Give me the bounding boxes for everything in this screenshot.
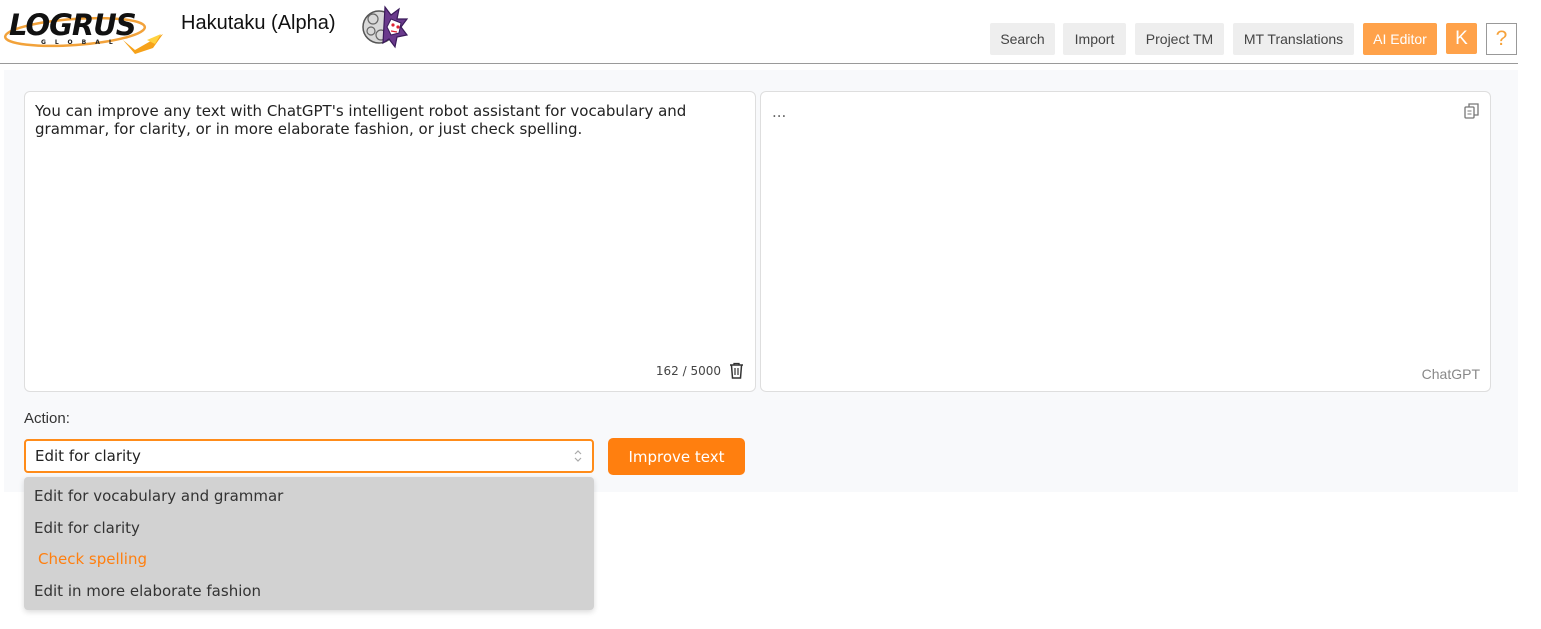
action-dropdown-menu: Edit for vocabulary and grammar Edit for…	[24, 477, 594, 610]
output-text-panel: ... ChatGPT	[760, 91, 1491, 392]
action-label: Action:	[24, 410, 70, 427]
trash-icon[interactable]	[729, 362, 744, 379]
output-text: ...	[772, 103, 787, 121]
nav-import-button[interactable]: Import	[1063, 23, 1126, 55]
dropdown-option[interactable]: Edit in more elaborate fashion	[34, 582, 261, 600]
action-select-value: Edit for clarity	[35, 447, 141, 465]
improve-text-button[interactable]: Improve text	[608, 438, 745, 475]
app-title: Hakutaku (Alpha)	[181, 12, 336, 34]
nav-search-button[interactable]: Search	[990, 23, 1055, 55]
action-select[interactable]: Edit for clarity	[24, 439, 594, 473]
select-arrows-icon	[574, 449, 582, 463]
hakutaku-mascot-icon	[361, 1, 411, 51]
source-text-panel[interactable]: You can improve any text with ChatGPT's …	[24, 91, 756, 392]
logo-subtext: GLOBAL	[41, 39, 122, 46]
dropdown-option[interactable]: Edit for vocabulary and grammar	[34, 487, 283, 505]
logo-wordmark: LOGRUS	[9, 8, 137, 42]
char-counter: 162 / 5000	[655, 364, 721, 378]
user-avatar[interactable]: K	[1446, 23, 1477, 54]
help-button[interactable]: ?	[1486, 23, 1517, 55]
dropdown-option-hovered[interactable]: Check spelling	[38, 550, 147, 568]
nav-mt-translations-button[interactable]: MT Translations	[1233, 23, 1354, 55]
copy-icon[interactable]	[1464, 103, 1479, 119]
app-header: LOGRUS GLOBAL Hakutaku (Alpha) Search Im…	[0, 0, 1518, 64]
nav-ai-editor-button[interactable]: AI Editor	[1363, 23, 1437, 55]
nav-project-tm-button[interactable]: Project TM	[1135, 23, 1224, 55]
engine-label: ChatGPT	[1421, 366, 1480, 382]
logrus-logo[interactable]: LOGRUS GLOBAL	[3, 4, 168, 56]
source-text-input[interactable]: You can improve any text with ChatGPT's …	[35, 102, 735, 138]
dropdown-option[interactable]: Edit for clarity	[34, 519, 140, 537]
